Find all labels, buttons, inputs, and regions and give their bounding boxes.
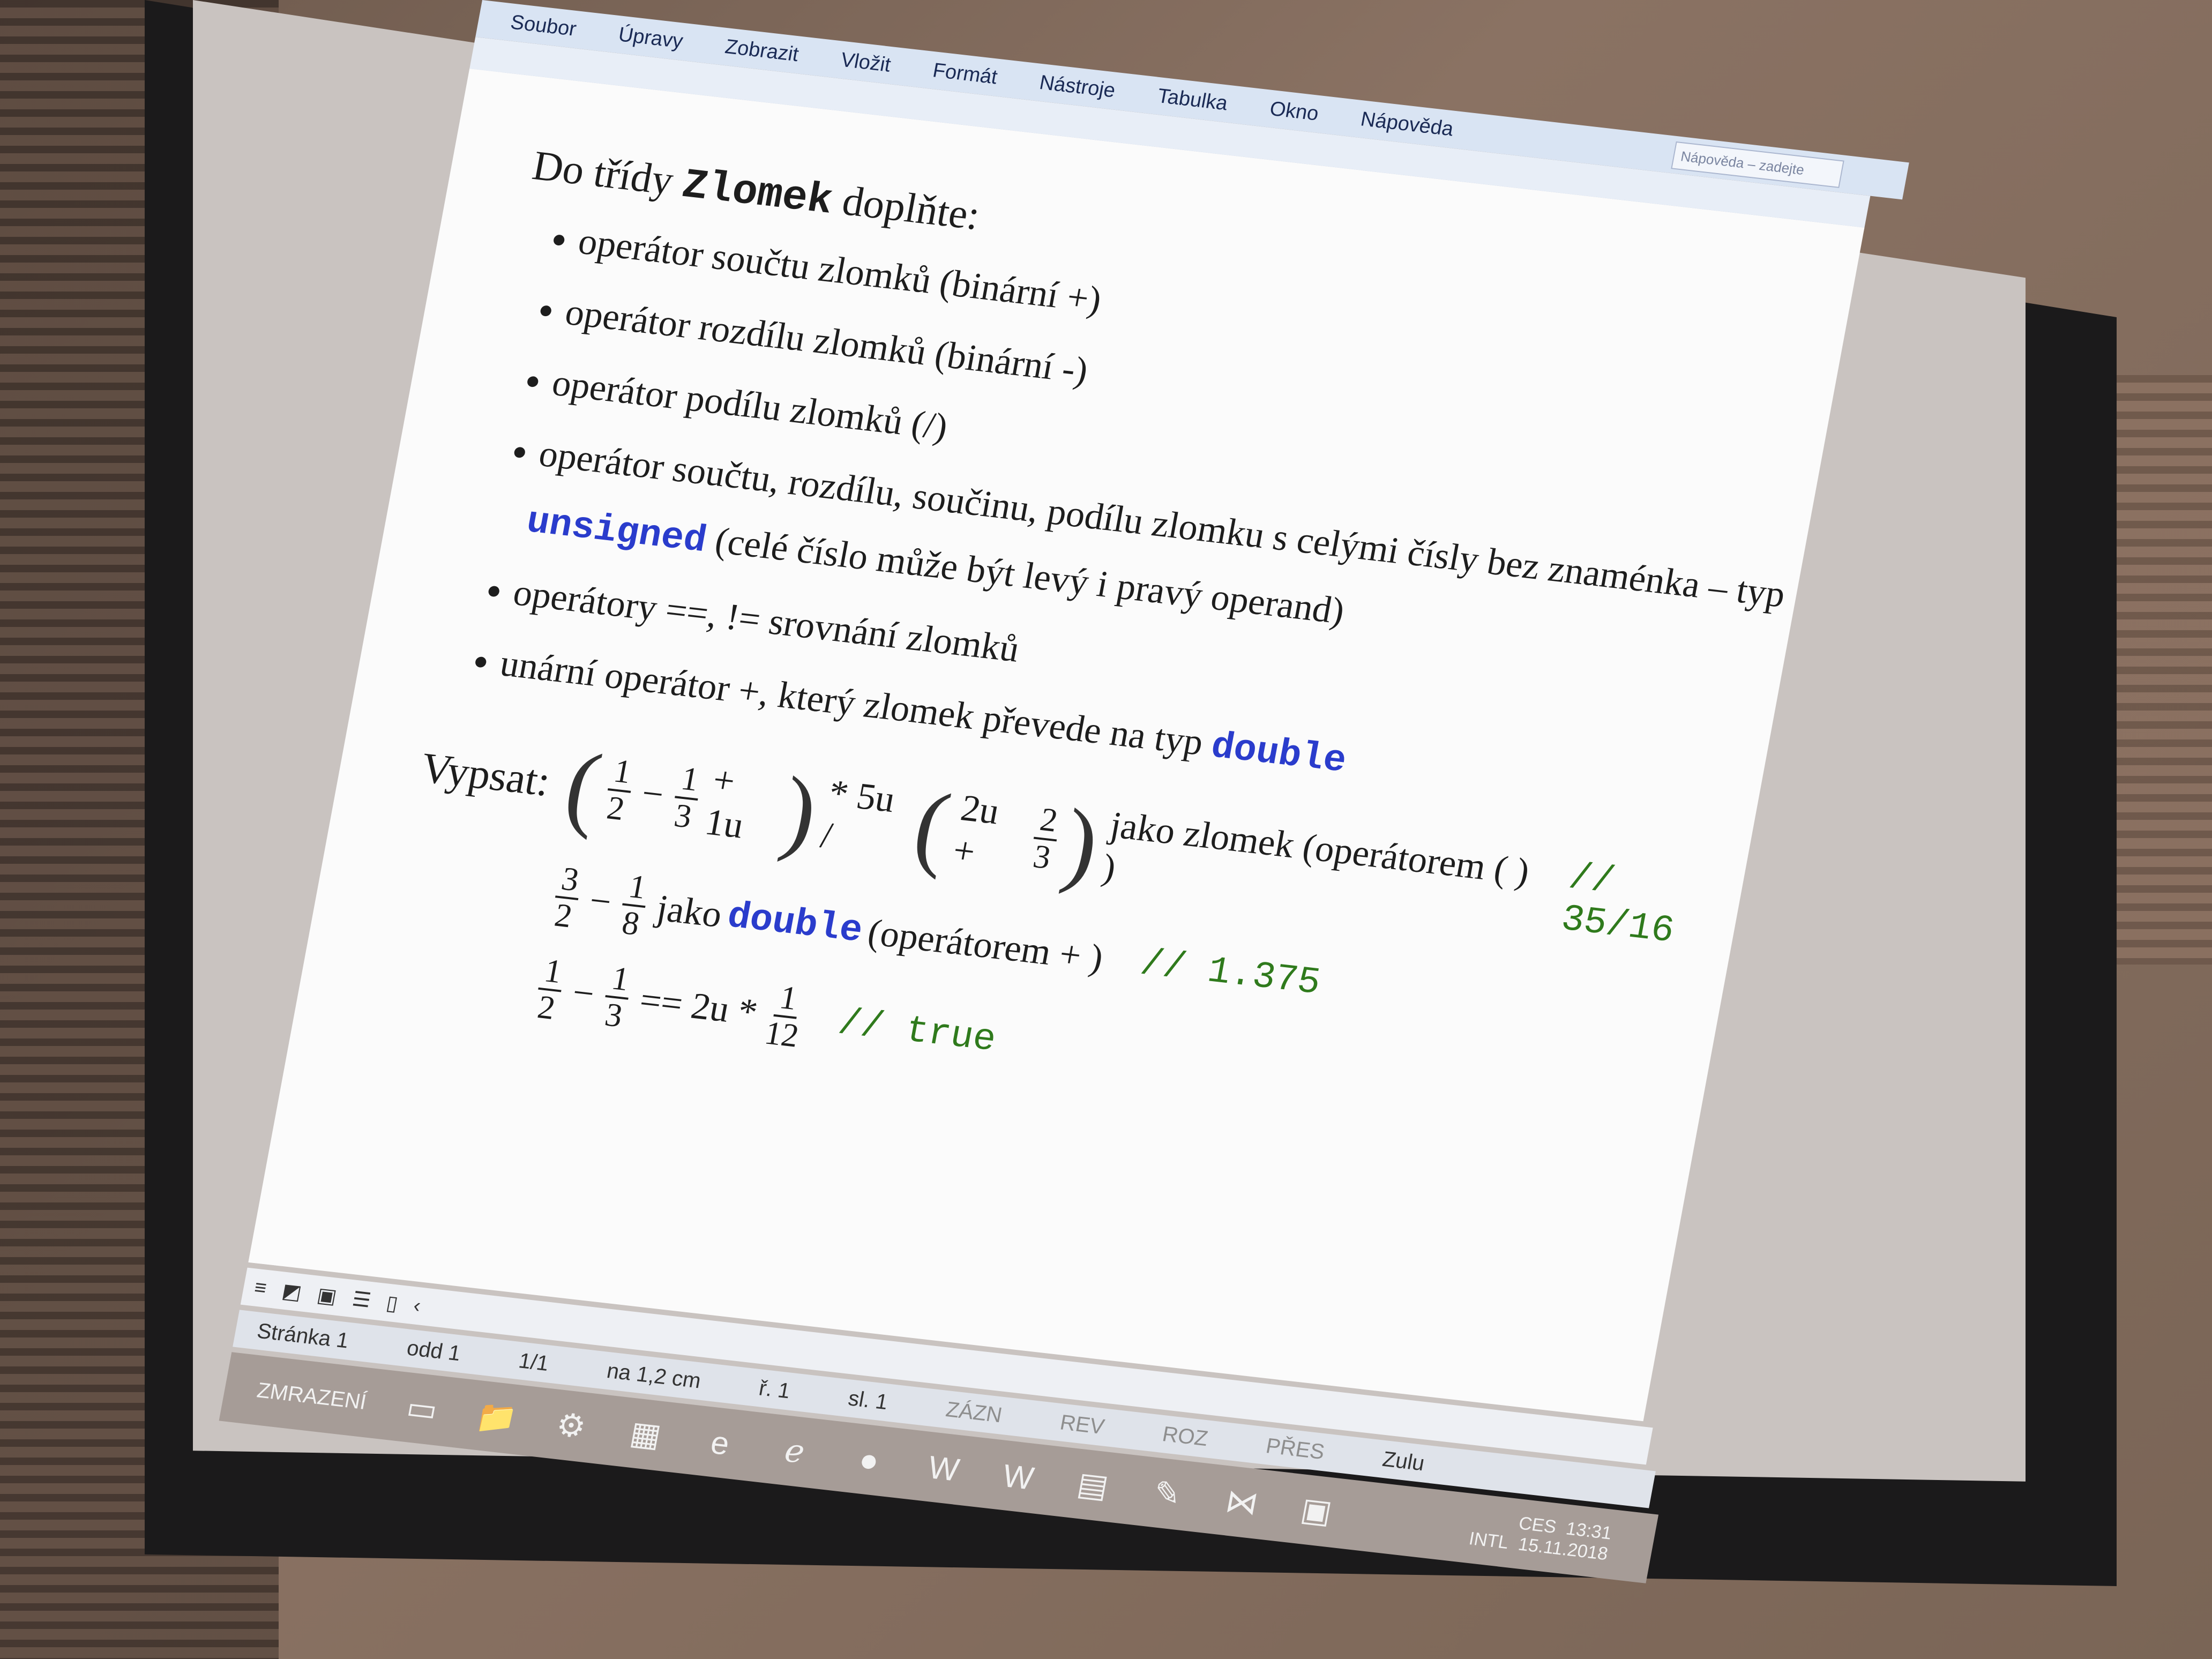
system-tray[interactable]: CES 13:31 INTL 15.11.2018	[1467, 1508, 1613, 1565]
menu-zobrazit[interactable]: Zobrazit	[723, 35, 801, 66]
status-section: odd 1	[405, 1336, 463, 1365]
reading-view-icon[interactable]: ▯	[384, 1290, 400, 1316]
fraction: 12	[532, 953, 568, 1027]
status-language[interactable]: Zulu	[1380, 1447, 1426, 1476]
menu-tabulka[interactable]: Tabulka	[1155, 85, 1230, 115]
status-mode-pres[interactable]: PŘES	[1264, 1434, 1326, 1464]
internet-explorer-icon[interactable]: ℯ	[773, 1431, 817, 1472]
keyword-unsigned: unsigned	[523, 500, 710, 563]
status-mode-roz[interactable]: ROZ	[1161, 1422, 1210, 1451]
menu-okno[interactable]: Okno	[1268, 98, 1320, 126]
fraction: 18	[616, 868, 652, 943]
brush-tool-icon[interactable]: ✎	[1145, 1473, 1189, 1514]
comment: // 1.375	[1137, 942, 1324, 1005]
freeze-label: ZMRAZENÍ	[255, 1378, 369, 1414]
menu-soubor[interactable]: Soubor	[509, 11, 578, 41]
fraction: 13	[668, 760, 705, 835]
vypsat-label: Vypsat:	[417, 744, 554, 805]
word-icon[interactable]: W	[922, 1448, 966, 1489]
document-page[interactable]: Do třídy Zlomek doplňte: operátor součtu…	[248, 69, 1865, 1422]
status-mode-zazn[interactable]: ZÁZN	[944, 1398, 1004, 1428]
comment: // 35/16	[1558, 856, 1678, 953]
projected-word-window: Soubor Úpravy Zobrazit Vložit Formát Nás…	[219, 0, 1962, 1583]
web-view-icon[interactable]: ◩	[280, 1279, 304, 1304]
menu-nastroje[interactable]: Nástroje	[1037, 71, 1117, 102]
status-position: na 1,2 cm	[605, 1358, 703, 1393]
file-explorer-icon[interactable]: 📁	[473, 1397, 519, 1438]
status-pages: 1/1	[517, 1348, 551, 1376]
fraction: 12	[601, 753, 637, 827]
status-row: ř. 1	[757, 1376, 793, 1403]
normal-view-icon[interactable]: ≡	[252, 1276, 268, 1300]
menu-napoveda[interactable]: Nápověda	[1359, 108, 1455, 141]
keyword-double: double	[1207, 726, 1350, 783]
status-page: Stránka 1	[255, 1319, 351, 1353]
class-name: Zlomek	[678, 162, 836, 226]
fraction: 32	[549, 861, 585, 935]
fraction: 23	[1027, 802, 1064, 876]
settings-gear-icon[interactable]: ⚙	[549, 1405, 593, 1446]
status-col: sl. 1	[846, 1386, 890, 1414]
status-mode-rev[interactable]: REV	[1058, 1410, 1107, 1439]
outline-view-icon[interactable]: ☰	[350, 1287, 373, 1312]
edge-browser-icon[interactable]: e	[698, 1422, 742, 1463]
menu-format[interactable]: Formát	[931, 59, 999, 89]
document-icon[interactable]: ▤	[1071, 1464, 1115, 1506]
visual-studio-icon[interactable]: ⋈	[1220, 1482, 1264, 1523]
app-icon[interactable]: ▦	[624, 1414, 668, 1455]
keyword-double: double	[723, 895, 866, 953]
fraction: 1 12	[762, 980, 808, 1055]
save-disk-icon[interactable]: ▣	[1295, 1490, 1339, 1531]
scroll-left-icon[interactable]: ‹	[412, 1294, 422, 1318]
firefox-icon[interactable]: ●	[847, 1439, 891, 1481]
print-layout-icon[interactable]: ▣	[315, 1283, 339, 1309]
menu-upravy[interactable]: Úpravy	[617, 23, 685, 53]
task-view-icon[interactable]: ▭	[400, 1388, 444, 1430]
comment: // true	[835, 1002, 999, 1062]
menu-vlozit[interactable]: Vložit	[839, 48, 893, 77]
word-document-icon[interactable]: W	[996, 1456, 1040, 1497]
fraction: 13	[599, 960, 636, 1034]
